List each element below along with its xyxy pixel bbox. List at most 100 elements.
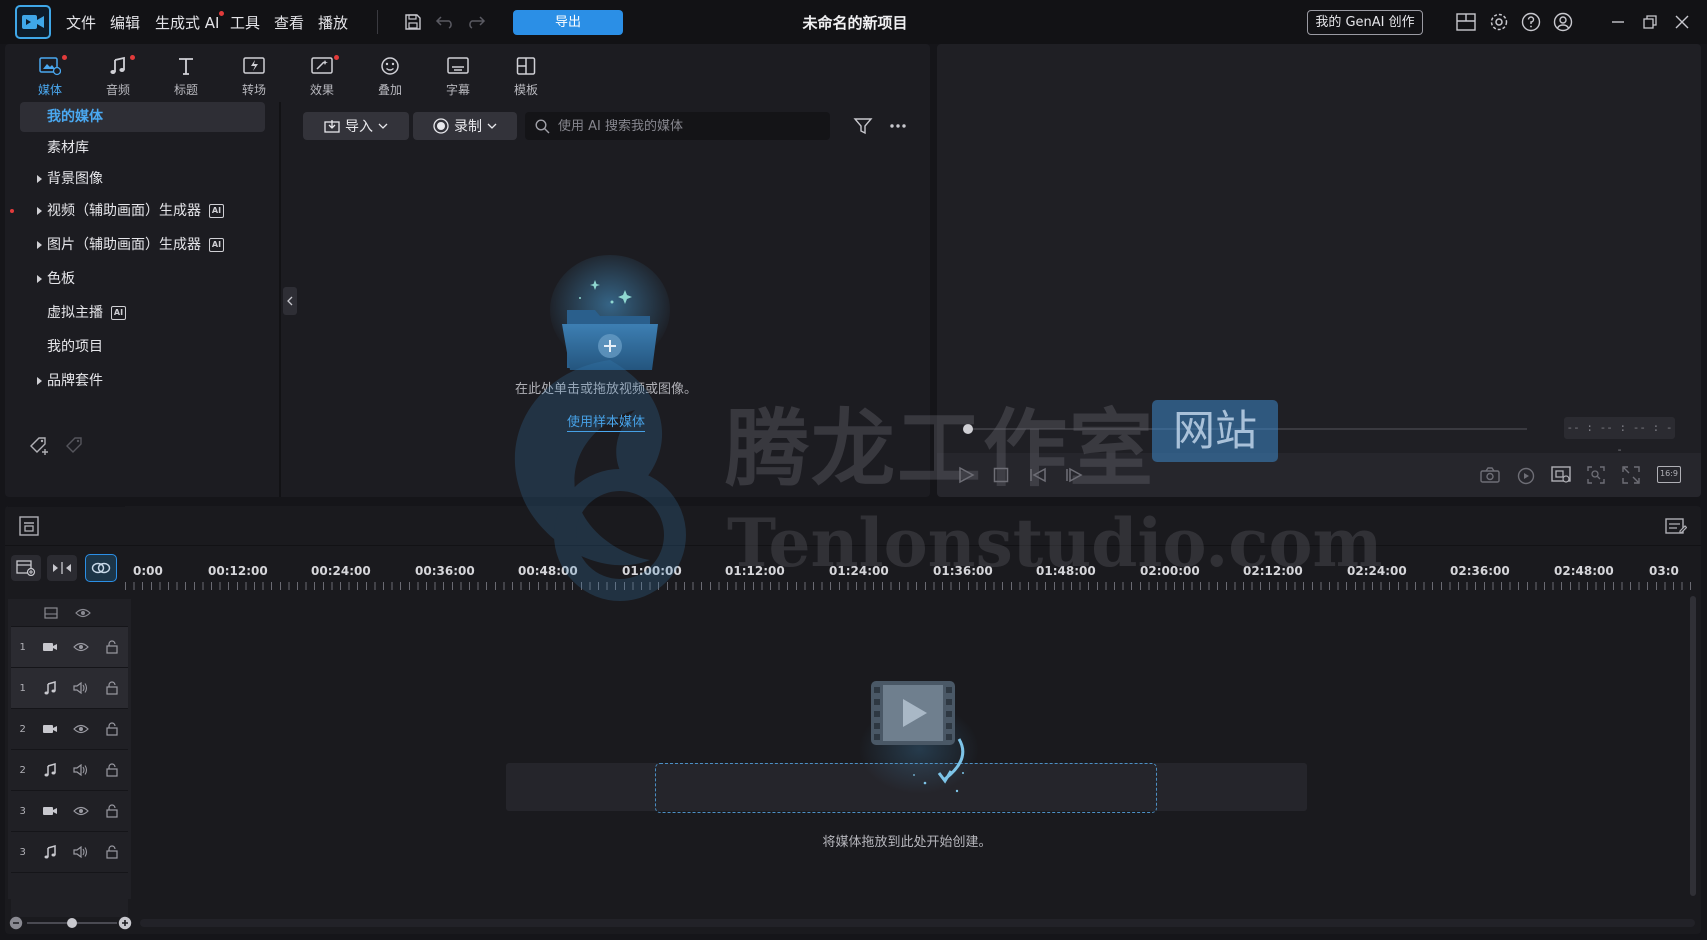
eye-icon[interactable]: [66, 642, 97, 652]
lock-icon[interactable]: [97, 722, 128, 736]
tab-transition[interactable]: 转场: [223, 54, 285, 98]
zoom-preview-icon[interactable]: [1587, 466, 1605, 484]
import-dropdown-button[interactable]: 导入: [303, 112, 409, 140]
link-clips-icon: [91, 562, 111, 574]
track-header-video-3[interactable]: 3: [11, 791, 128, 832]
track-header-video-1[interactable]: 1: [11, 627, 128, 668]
import-icon: [324, 120, 340, 133]
fullscreen-icon[interactable]: [1622, 466, 1640, 484]
zoom-slider-knob[interactable]: [67, 918, 77, 928]
speaker-icon[interactable]: [66, 682, 97, 694]
split-button[interactable]: [47, 555, 77, 581]
collapse-sidebar-handle[interactable]: [283, 287, 297, 315]
ai-badge-icon: AI: [209, 238, 224, 252]
track-header-audio-3[interactable]: 3: [11, 832, 128, 873]
sidebar-item-label: 虚拟主播: [47, 305, 103, 321]
menu-genai[interactable]: 生成式 AI: [155, 11, 225, 33]
lock-icon[interactable]: [97, 845, 128, 859]
media-search-input[interactable]: [558, 118, 818, 134]
filter-icon[interactable]: [853, 116, 873, 136]
lock-icon[interactable]: [97, 804, 128, 818]
project-title: 未命名的新项目: [802, 14, 908, 32]
track-header-audio-1[interactable]: 1: [11, 668, 128, 709]
divider: [377, 10, 378, 34]
export-button[interactable]: 导出: [513, 10, 623, 35]
lock-icon[interactable]: [97, 640, 128, 654]
timeline-settings-icon[interactable]: [1665, 516, 1687, 536]
redo-icon[interactable]: [464, 10, 488, 34]
save-icon[interactable]: [401, 10, 425, 34]
sidebar-item-label: 品牌套件: [47, 373, 103, 389]
close-icon[interactable]: [1670, 10, 1694, 34]
add-tag-icon[interactable]: [29, 436, 51, 456]
sidebar-item-video-generator[interactable]: 视频（辅助画面）生成器 AI: [10, 196, 265, 226]
settings-gear-icon[interactable]: [1487, 10, 1511, 34]
tab-label: 音频: [105, 83, 130, 97]
sidebar-item-brand-kit[interactable]: 品牌套件: [20, 366, 265, 396]
timeline-vertical-scrollbar[interactable]: [1690, 596, 1696, 896]
sidebar-item-stock-library[interactable]: 素材库: [20, 133, 265, 163]
tab-audio[interactable]: 音频: [87, 54, 149, 98]
preview-quality-icon[interactable]: [1517, 467, 1535, 485]
track-header-audio-2[interactable]: 2: [11, 750, 128, 791]
undo-icon[interactable]: [433, 10, 457, 34]
timeline-horizontal-scrollbar[interactable]: [140, 919, 1695, 927]
my-genai-button[interactable]: 我的 GenAI 创作: [1307, 10, 1423, 35]
menu-tools[interactable]: 工具: [230, 12, 260, 33]
zoom-in-icon[interactable]: [118, 916, 132, 930]
text-t-icon: [155, 54, 217, 78]
tab-title[interactable]: 标题: [155, 54, 217, 98]
sidebar-item-image-generator[interactable]: 图片（辅助画面）生成器 AI: [20, 230, 265, 260]
eye-icon[interactable]: [66, 806, 97, 816]
sidebar-item-background[interactable]: 背景图像: [20, 164, 265, 194]
menu-play[interactable]: 播放: [318, 12, 348, 33]
lock-icon[interactable]: [97, 681, 128, 695]
tab-media[interactable]: 媒体: [19, 54, 81, 98]
menu-view[interactable]: 查看: [274, 12, 304, 33]
track-header-video-2[interactable]: 2: [11, 709, 128, 750]
timeline-view-icon[interactable]: [19, 516, 39, 536]
lock-icon[interactable]: [97, 763, 128, 777]
snapshot-camera-icon[interactable]: [1480, 467, 1500, 483]
tab-label: 转场: [241, 83, 266, 97]
sidebar-item-label: 色板: [47, 271, 75, 287]
more-options-icon[interactable]: [889, 123, 907, 129]
remove-tag-icon[interactable]: [65, 436, 87, 456]
speaker-icon[interactable]: [66, 764, 97, 776]
eye-icon[interactable]: [67, 608, 99, 618]
tab-template[interactable]: 模板: [495, 54, 557, 98]
aspect-ratio-button[interactable]: 16:9: [1657, 466, 1681, 483]
tab-label: 媒体: [37, 83, 62, 97]
sidebar-item-virtual-anchor[interactable]: 虚拟主播 AI: [20, 298, 265, 328]
expand-arrow-icon: [37, 207, 42, 215]
menu-file[interactable]: 文件: [66, 12, 96, 33]
empty-folder-illustration[interactable]: [550, 240, 670, 370]
media-search-box[interactable]: [525, 112, 830, 140]
add-track-button[interactable]: [11, 555, 41, 581]
display-settings-icon[interactable]: [1551, 466, 1571, 484]
restore-icon[interactable]: [1638, 10, 1662, 34]
account-icon[interactable]: [1551, 10, 1575, 34]
split-icon: [53, 562, 71, 574]
timecode-display: -- : -- : -- : --: [1564, 417, 1675, 456]
sidebar-item-my-projects[interactable]: 我的项目: [20, 332, 265, 362]
transition-icon: [223, 54, 285, 78]
sidebar-item-color-board[interactable]: 色板: [20, 264, 265, 294]
sidebar-item-my-media[interactable]: 我的媒体: [20, 102, 265, 132]
tab-overlay[interactable]: 叠加: [359, 54, 421, 98]
thumbnail-icon[interactable]: [35, 606, 67, 619]
effects-icon: [291, 54, 353, 78]
speaker-icon[interactable]: [66, 846, 97, 858]
expand-arrow-icon: [37, 175, 42, 183]
minimize-icon[interactable]: [1606, 10, 1630, 34]
menu-edit[interactable]: 编辑: [110, 12, 140, 33]
tab-subtitle[interactable]: 字幕: [427, 54, 489, 98]
watermark-text-en: Tenlonstudio.com: [727, 504, 1383, 582]
help-icon[interactable]: [1519, 10, 1543, 34]
record-dropdown-button[interactable]: 录制: [413, 112, 517, 140]
magnet-mode-button[interactable]: [85, 554, 117, 582]
zoom-out-icon[interactable]: [9, 916, 23, 930]
eye-icon[interactable]: [66, 724, 97, 734]
tab-effects[interactable]: 效果: [291, 54, 353, 98]
layout-icon[interactable]: [1454, 10, 1478, 34]
